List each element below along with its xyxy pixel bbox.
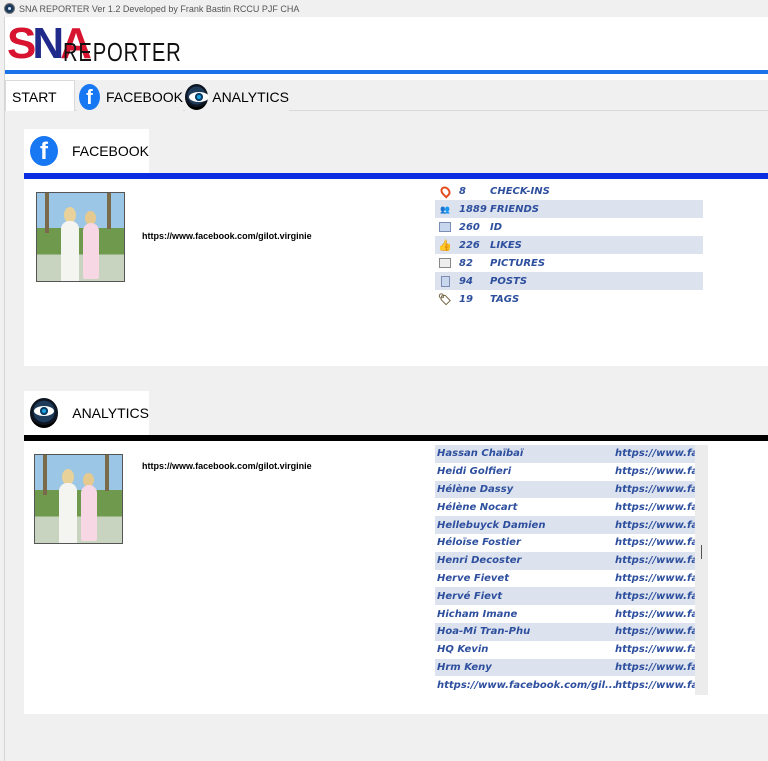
analytics-profile-photo — [34, 454, 123, 544]
stat-posts: 94 POSTS — [435, 272, 703, 290]
friends-icon: 👥 — [440, 204, 450, 214]
table-row[interactable]: Herve Fievet https://www.fa — [435, 570, 708, 588]
post-icon — [435, 275, 455, 287]
table-row[interactable]: Henri Decoster https://www.fa — [435, 551, 708, 570]
logo-reporter-text: REPORTER — [63, 37, 182, 67]
app-logo: SNA REPORTER — [7, 21, 181, 67]
facebook-section-header: f FACEBOOK — [24, 129, 149, 173]
stat-friends: 👥 1889 FRIENDS — [435, 200, 703, 218]
tab-analytics[interactable]: ANALYTICS — [185, 82, 289, 111]
table-row[interactable]: Hrm Keny https://www.fa — [435, 658, 708, 677]
table-row[interactable]: Hervé Fievt https://www.fa — [435, 587, 708, 606]
profile-photo — [36, 192, 125, 282]
tab-strip: START f FACEBOOK ANALYTICS — [5, 80, 768, 112]
app-eye-icon — [4, 3, 15, 14]
title-bar: SNA REPORTER Ver 1.2 Developed by Frank … — [0, 0, 768, 17]
stat-pictures: 82 PICTURES — [435, 254, 703, 272]
table-row[interactable]: Hicham Imane https://www.fa — [435, 605, 708, 623]
eye-icon — [30, 398, 59, 428]
facebook-icon: f — [30, 136, 58, 166]
facebook-icon: f — [79, 83, 100, 110]
analytics-section-header: ANALYTICS — [24, 391, 149, 435]
stat-checkins: 8 CHECK-INS — [435, 182, 703, 200]
eye-icon — [185, 83, 210, 110]
table-row[interactable]: HQ Kevin https://www.fa — [435, 641, 708, 659]
like-icon: 👍 — [438, 238, 452, 252]
stats-table: 8 CHECK-INS 👥 1889 FRIENDS 260 ID 👍 226 … — [435, 182, 703, 308]
tab-analytics-label: ANALYTICS — [212, 88, 289, 105]
table-row[interactable]: https://www.facebook.com/gil... https://w… — [435, 676, 708, 694]
table-scrollbar[interactable] — [695, 445, 708, 695]
analytics-profile-url: https://www.facebook.com/gilot.virginie — [142, 461, 312, 471]
main-window: SNA REPORTER START f FACEBOOK ANALYTICS … — [4, 17, 768, 761]
start-tab-content: f FACEBOOK https://www.facebook.com/gilo… — [5, 111, 768, 761]
pin-icon — [435, 183, 455, 199]
table-row[interactable]: Heidi Golfieri https://www.fa — [435, 463, 708, 481]
table-row[interactable]: Hélène Dassy https://www.fa — [435, 480, 708, 499]
friends-list-table[interactable]: Hassan Chaïbaï https://www.fa Heidi Golfi… — [435, 445, 708, 695]
table-row[interactable]: Héloïse Fostier https://www.fa — [435, 534, 708, 552]
id-icon — [435, 222, 455, 232]
tab-facebook[interactable]: f FACEBOOK — [77, 82, 183, 111]
tag-icon: 🏷 — [438, 292, 452, 306]
stat-tags: 🏷 19 TAGS — [435, 290, 703, 308]
tab-start-label: START — [12, 88, 57, 105]
header-divider — [5, 70, 768, 74]
table-row[interactable]: Hélène Nocart https://www.fa — [435, 498, 708, 516]
facebook-section-title: FACEBOOK — [71, 143, 149, 159]
stat-likes: 👍 226 LIKES — [435, 236, 703, 254]
analytics-section-title: ANALYTICS — [72, 405, 149, 421]
tab-facebook-label: FACEBOOK — [105, 88, 183, 105]
profile-url: https://www.facebook.com/gilot.virginie — [142, 231, 312, 241]
table-row[interactable]: Hoa-Mi Tran-Phu https://www.fa — [435, 622, 708, 641]
picture-icon — [435, 258, 455, 268]
tab-start[interactable]: START — [5, 80, 75, 112]
window-title: SNA REPORTER Ver 1.2 Developed by Frank … — [19, 3, 300, 14]
table-row[interactable]: Hellebuyck Damien https://www.fa — [435, 516, 708, 534]
scrollbar-thumb[interactable] — [701, 545, 702, 559]
stat-id: 260 ID — [435, 218, 703, 236]
table-row[interactable]: Hassan Chaïbaï https://www.fa — [435, 445, 708, 463]
